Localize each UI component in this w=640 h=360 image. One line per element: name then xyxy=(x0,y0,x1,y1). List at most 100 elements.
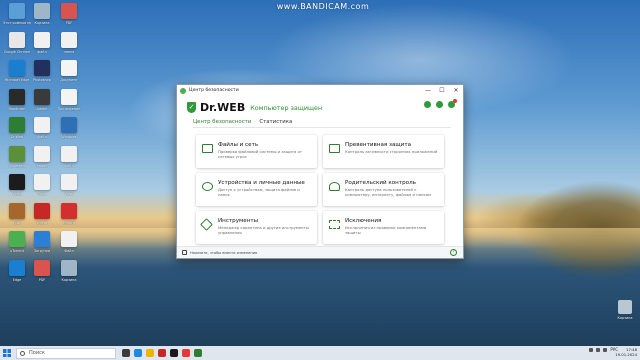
taskbar-search[interactable]: Поиск xyxy=(16,347,116,359)
desktop-app-icon xyxy=(61,3,77,19)
start-button[interactable] xyxy=(0,346,14,360)
desktop-icon-label: Paint xyxy=(37,192,47,196)
desktop-icon[interactable]: PDF xyxy=(28,259,56,282)
desktop-icon[interactable]: Word xyxy=(55,174,83,196)
window-footer: Нажмите, чтобы внести изменения ? xyxy=(177,246,463,258)
desktop-icon[interactable]: Photoshop xyxy=(28,60,56,82)
explorer-taskbar-icon[interactable] xyxy=(146,349,154,357)
desktop-icon[interactable]: Корзина xyxy=(55,259,83,282)
desktop-icon[interactable]: Windows xyxy=(55,117,83,139)
monitor-icon xyxy=(202,144,213,153)
desktop-icon[interactable]: Корзина xyxy=(28,3,56,25)
card-exclusions[interactable]: Исключения Исключения из проверки компон… xyxy=(323,211,444,244)
desktop-icon-label: Bandicam xyxy=(8,106,26,111)
card-title: Устройства и личные данные xyxy=(218,180,305,186)
desktop-icon[interactable]: Rust xyxy=(3,202,31,225)
desktop-icon-label: Загрузки xyxy=(33,249,51,253)
desktop-app-icon xyxy=(34,3,50,19)
desktop-app-icon xyxy=(61,60,77,76)
desktop-app-icon xyxy=(61,145,77,162)
desktop-icon[interactable]: Opera xyxy=(28,202,56,225)
desktop-icon[interactable]: Video xyxy=(3,174,31,196)
task-view-icon[interactable] xyxy=(122,349,130,357)
desktop-icon[interactable]: Paint xyxy=(28,174,56,196)
desktop-icon-label: Корзина xyxy=(34,21,50,25)
desktop-icon[interactable]: Файл xyxy=(28,117,56,139)
card-devices-personal-data[interactable]: Устройства и личные данные Доступ к устр… xyxy=(196,173,317,206)
desktop-icon[interactable]: Image xyxy=(28,145,56,168)
edge-taskbar-icon[interactable] xyxy=(134,349,142,357)
window-titlebar[interactable]: Центр безопасности — ☐ ✕ xyxy=(177,85,463,96)
support-icon[interactable] xyxy=(436,101,443,108)
card-tools[interactable]: Инструменты Менеджер карантина и другие … xyxy=(196,211,317,244)
maximize-button[interactable]: ☐ xyxy=(435,85,449,96)
desktop-icon[interactable]: папка xyxy=(55,31,83,54)
lock-icon[interactable] xyxy=(182,250,187,255)
tools-icon xyxy=(200,218,213,231)
desktop-app-icon xyxy=(9,3,25,19)
desktop-icon[interactable]: Minecraft xyxy=(3,145,31,168)
drweb-taskbar-icon[interactable] xyxy=(194,349,202,357)
desktop-icon-recycle-bin[interactable]: Корзина xyxy=(612,300,638,320)
desktop-icon[interactable]: Загрузки xyxy=(28,231,56,253)
windows-logo-icon xyxy=(3,349,11,357)
desktop-icon[interactable]: Приложение xyxy=(55,88,83,111)
card-description: Проверка файловой системы и защита от се… xyxy=(218,149,303,159)
record-taskbar-icon[interactable] xyxy=(182,349,190,357)
desktop-icon[interactable]: Документ xyxy=(55,60,83,82)
bandicam-taskbar-icon[interactable] xyxy=(170,349,178,357)
desktop-icon-label: Video xyxy=(12,192,22,196)
tray-chevron-icon[interactable] xyxy=(589,347,594,352)
minimize-button[interactable]: — xyxy=(421,85,435,96)
desktop-icon[interactable]: PDF xyxy=(55,3,83,25)
recording-watermark: www.BANDICAM.com xyxy=(276,2,370,11)
card-description: Контроль активности сторонних приложений xyxy=(345,149,438,154)
volume-icon[interactable] xyxy=(603,347,608,352)
notifications-bell-icon[interactable] xyxy=(448,99,457,108)
card-files-network[interactable]: Файлы и сеть Проверка файловой системы и… xyxy=(196,135,317,168)
desktop-icon-label: Файл xyxy=(64,163,74,168)
close-button[interactable]: ✕ xyxy=(449,85,463,96)
desktop-icon[interactable]: uTorrent xyxy=(3,231,31,253)
card-preventive-protection[interactable]: Превентивная защита Контроль активности … xyxy=(323,135,444,168)
desktop-icon[interactable]: Adobe xyxy=(28,88,56,111)
desktop-icon-label: Opera xyxy=(36,220,48,225)
desktop-icon-label: Этот компьютер xyxy=(3,21,31,25)
desktop-icon[interactable]: Google Chrome xyxy=(3,31,31,54)
desktop-icon-label: Windows xyxy=(61,135,77,139)
desktop-icon-label: Rust xyxy=(13,220,21,225)
card-parental-control[interactable]: Родительский контроль Контроль доступа п… xyxy=(323,173,444,206)
system-tray: РУС xyxy=(589,347,618,352)
desktop-icon-label: PDF xyxy=(38,277,46,282)
desktop-app-icon xyxy=(61,202,77,219)
desktop-icon[interactable]: файл xyxy=(28,31,56,54)
desktop-icon[interactable]: Bandicam xyxy=(3,88,31,111)
desktop-icon-label: Корзина xyxy=(61,277,77,282)
card-title: Инструменты xyxy=(218,218,259,224)
shield-check-icon: ✓ xyxy=(187,101,196,113)
network-icon[interactable] xyxy=(596,347,601,352)
desktop-icon[interactable]: Файл xyxy=(55,231,83,253)
help-icon[interactable]: ? xyxy=(450,249,457,256)
taskbar-clock[interactable]: 17:48 19.01.2024 xyxy=(615,347,637,357)
protection-status: Компьютер защищен xyxy=(250,104,323,112)
search-placeholder: Поиск xyxy=(29,350,45,356)
desktop-app-icon xyxy=(9,60,25,76)
card-description: Доступ к устройствам, защита файлов и па… xyxy=(218,187,300,197)
desktop-icon-label: Edge xyxy=(12,277,22,282)
desktop-icon[interactable]: Record xyxy=(55,202,83,225)
desktop-icon-label: Документ xyxy=(60,78,78,82)
opera-taskbar-icon[interactable] xyxy=(158,349,166,357)
settings-gear-icon[interactable] xyxy=(424,101,431,108)
desktop-icon[interactable]: Этот компьютер xyxy=(3,3,31,25)
eye-icon xyxy=(202,182,213,191)
desktop-icon[interactable]: Файл xyxy=(55,145,83,168)
desktop-icon[interactable]: Edge xyxy=(3,259,31,282)
desktop-app-icon xyxy=(9,31,25,48)
desktop-icon[interactable]: Microsoft Edge xyxy=(3,60,31,82)
card-description: Исключения из проверки компонентами защи… xyxy=(345,225,427,235)
desktop-icon-label: Google Chrome xyxy=(3,49,31,54)
desktop-icon[interactable]: Dr.Web xyxy=(3,117,31,139)
card-description: Контроль доступа пользователей к компьют… xyxy=(345,187,431,197)
footer-change-settings-text[interactable]: Нажмите, чтобы внести изменения xyxy=(190,251,257,255)
